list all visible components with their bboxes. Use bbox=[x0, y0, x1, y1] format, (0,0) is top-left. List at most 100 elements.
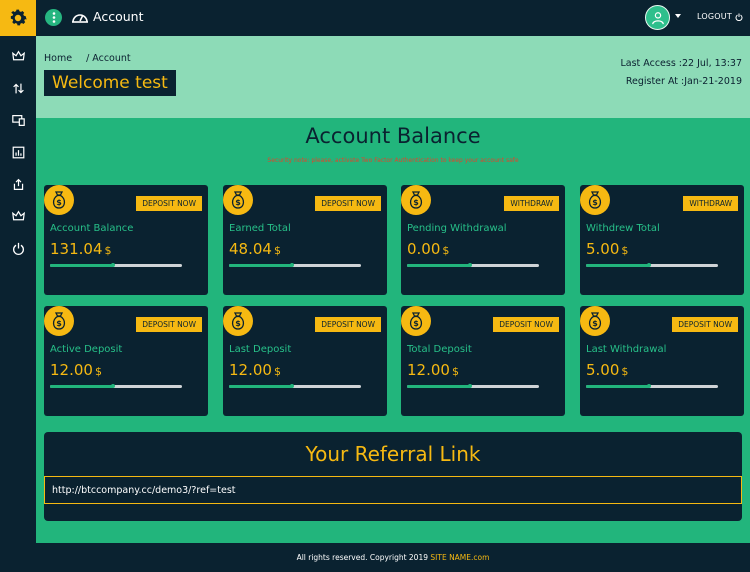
card-label: Withdrew Total bbox=[586, 223, 660, 234]
gear-icon bbox=[10, 9, 27, 26]
svg-text:$: $ bbox=[592, 198, 598, 207]
user-icon bbox=[651, 11, 664, 24]
card-progress-bar bbox=[586, 264, 718, 267]
transfer-icon bbox=[12, 83, 24, 93]
chevron-down-icon[interactable] bbox=[675, 14, 681, 18]
card-label: Pending Withdrawal bbox=[407, 223, 507, 234]
currency-symbol: $ bbox=[104, 244, 112, 257]
card-progress-bar bbox=[407, 385, 539, 388]
card-amount: 5.00 bbox=[586, 240, 620, 258]
last-access-text: Last Access :22 Jul, 13:37 bbox=[620, 58, 742, 69]
share-icon bbox=[13, 178, 23, 190]
card-action-button[interactable]: DEPOSIT NOW bbox=[315, 196, 381, 211]
balance-card: $ DEPOSIT NOW Active Deposit 12.00 $ bbox=[44, 306, 208, 416]
progress-fill bbox=[586, 264, 650, 267]
sidebar-item-crown[interactable] bbox=[0, 40, 36, 72]
card-action-button[interactable]: DEPOSIT NOW bbox=[136, 196, 202, 211]
balance-section-title: Account Balance bbox=[305, 124, 481, 148]
card-progress-bar bbox=[407, 264, 539, 267]
card-action-button[interactable]: WITHDRAW bbox=[683, 196, 738, 211]
card-amount: 12.00 bbox=[50, 361, 93, 379]
security-notice: Security note: please, activate Two Fact… bbox=[267, 157, 519, 164]
card-amount: 12.00 bbox=[229, 361, 272, 379]
progress-fill bbox=[229, 264, 293, 267]
referral-title: Your Referral Link bbox=[305, 442, 481, 466]
main-content: Account Balance Security note: please, a… bbox=[36, 118, 750, 543]
svg-text:$: $ bbox=[56, 319, 62, 328]
power-icon bbox=[12, 242, 24, 255]
svg-text:$: $ bbox=[56, 198, 62, 207]
card-label: Last Deposit bbox=[229, 344, 292, 355]
sidebar-item-devices[interactable] bbox=[0, 104, 36, 136]
sidebar-item-transfer[interactable] bbox=[0, 72, 36, 104]
money-bag-icon: $ bbox=[223, 306, 253, 336]
sidebar-item-chart[interactable] bbox=[0, 136, 36, 168]
card-value: 48.04 $ bbox=[229, 240, 281, 258]
breadcrumb-current: / Account bbox=[86, 53, 131, 64]
settings-logo-button[interactable] bbox=[0, 0, 36, 36]
card-action-button[interactable]: WITHDRAW bbox=[504, 196, 559, 211]
card-progress-bar bbox=[50, 385, 182, 388]
currency-symbol: $ bbox=[442, 244, 450, 257]
power-icon bbox=[735, 13, 743, 21]
currency-symbol: $ bbox=[621, 365, 629, 378]
dashboard-gauge-icon bbox=[72, 14, 88, 23]
money-bag-icon: $ bbox=[44, 306, 74, 336]
logout-button[interactable]: LOGOUT bbox=[697, 12, 743, 21]
card-action-button[interactable]: DEPOSIT NOW bbox=[136, 317, 202, 332]
card-label: Active Deposit bbox=[50, 344, 123, 355]
card-value: 12.00 $ bbox=[229, 361, 281, 379]
user-menu-button[interactable] bbox=[645, 5, 670, 30]
sidebar-item-power[interactable] bbox=[0, 232, 36, 264]
card-amount: 48.04 bbox=[229, 240, 272, 258]
currency-symbol: $ bbox=[94, 365, 102, 378]
balance-card: $ DEPOSIT NOW Earned Total 48.04 $ bbox=[223, 185, 387, 295]
sidebar-item-crown-2[interactable] bbox=[0, 200, 36, 232]
progress-fill bbox=[586, 385, 650, 388]
card-action-button[interactable]: DEPOSIT NOW bbox=[315, 317, 381, 332]
progress-fill bbox=[407, 385, 471, 388]
balance-card: $ WITHDRAW Withdrew Total 5.00 $ bbox=[580, 185, 744, 295]
card-amount: 0.00 bbox=[407, 240, 441, 258]
card-amount: 5.00 bbox=[586, 361, 620, 379]
card-value: 12.00 $ bbox=[50, 361, 102, 379]
card-value: 131.04 $ bbox=[50, 240, 112, 258]
footer-site-link[interactable]: SITE NAME.com bbox=[430, 553, 489, 562]
card-value: 12.00 $ bbox=[407, 361, 459, 379]
card-progress-bar bbox=[229, 264, 361, 267]
currency-symbol: $ bbox=[451, 365, 459, 378]
referral-link-field[interactable] bbox=[44, 476, 742, 504]
svg-text:$: $ bbox=[592, 319, 598, 328]
money-bag-icon: $ bbox=[223, 185, 253, 215]
crown-icon bbox=[11, 49, 25, 60]
card-value: 5.00 $ bbox=[586, 240, 628, 258]
devices-icon bbox=[11, 114, 25, 126]
card-amount: 12.00 bbox=[407, 361, 450, 379]
balance-card: $ DEPOSIT NOW Total Deposit 12.00 $ bbox=[401, 306, 565, 416]
register-date-text: Register At :Jan-21-2019 bbox=[625, 76, 742, 87]
card-value: 0.00 $ bbox=[407, 240, 449, 258]
money-bag-icon: $ bbox=[401, 185, 431, 215]
card-label: Total Deposit bbox=[407, 344, 472, 355]
money-bag-icon: $ bbox=[580, 306, 610, 336]
sidebar bbox=[0, 0, 36, 572]
breadcrumb-home-link[interactable]: Home bbox=[44, 53, 72, 64]
balance-card: $ DEPOSIT NOW Last Deposit 12.00 $ bbox=[223, 306, 387, 416]
sidebar-item-share[interactable] bbox=[0, 168, 36, 200]
breadcrumb: Home / Account bbox=[44, 53, 131, 64]
money-bag-icon: $ bbox=[580, 185, 610, 215]
card-action-button[interactable]: DEPOSIT NOW bbox=[672, 317, 738, 332]
balance-card: $ WITHDRAW Pending Withdrawal 0.00 $ bbox=[401, 185, 565, 295]
money-bag-icon: $ bbox=[401, 306, 431, 336]
menu-toggle-button[interactable] bbox=[45, 9, 62, 26]
card-progress-bar bbox=[586, 385, 718, 388]
card-value: 5.00 $ bbox=[586, 361, 628, 379]
referral-panel: Your Referral Link bbox=[44, 432, 742, 521]
chart-icon bbox=[12, 146, 24, 158]
card-progress-bar bbox=[229, 385, 361, 388]
page-title: Account bbox=[93, 9, 144, 24]
topbar: Account LOGOUT bbox=[36, 0, 750, 36]
currency-symbol: $ bbox=[273, 244, 281, 257]
footer-copyright: All rights reserved. Copyright 2019 bbox=[296, 553, 428, 562]
card-action-button[interactable]: DEPOSIT NOW bbox=[493, 317, 559, 332]
